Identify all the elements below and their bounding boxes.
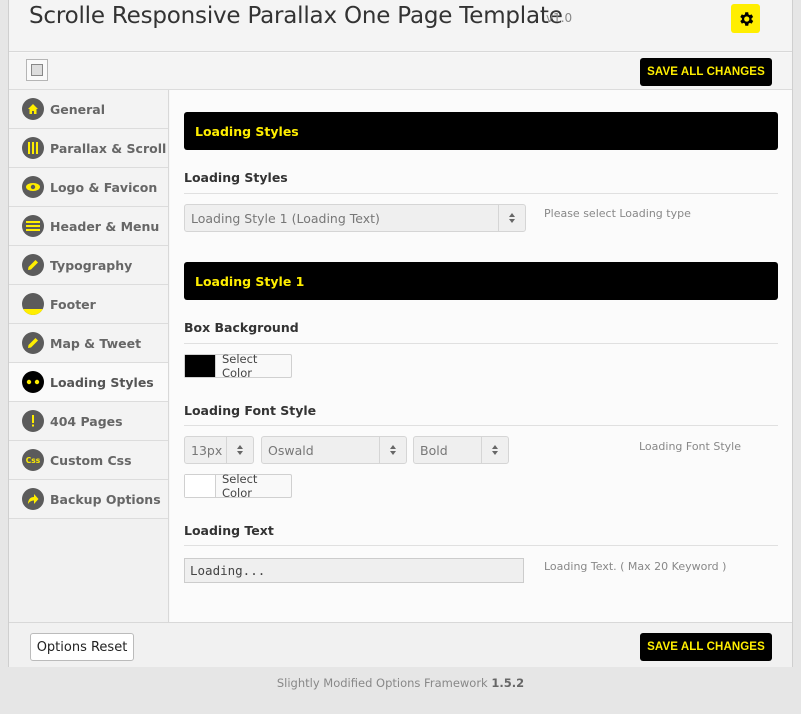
sidebar-item-map-tweet[interactable]: Map & Tweet [9,324,168,363]
gear-icon [739,11,753,26]
loading-text-label: Loading Text [184,523,274,538]
footer-bar: Options Reset SAVE ALL CHANGES [9,622,792,667]
sidebar-item-label: Logo & Favicon [50,179,158,195]
divider [184,343,778,344]
sidebar-item-custom-css[interactable]: Css Custom Css [9,441,168,480]
select-color-label: Select Color [221,472,258,500]
sidebar-item-label: General [50,101,105,117]
sidebar-item-label: Header & Menu [50,218,160,234]
select-arrows-icon [226,437,253,463]
divider [184,545,778,546]
sidebar-item-parallax-scroll[interactable]: Parallax & Scroll [9,129,168,168]
credit-version: 1.5.2 [491,676,525,690]
font-weight-value: Bold [420,442,448,458]
loading-text-help: Loading Text. ( Max 20 Keyword ) [544,560,727,573]
sidebar-item-backup-options[interactable]: Backup Options [9,480,168,519]
font-color-picker[interactable]: Select Color [184,472,292,500]
loading-style-help: Please select Loading type [544,207,691,220]
select-arrows-icon [379,437,406,463]
pencil-icon [22,332,44,354]
loading-styles-label: Loading Styles [184,170,288,185]
main-content: Loading Styles Loading Styles Loading St… [170,90,792,622]
color-swatch [185,355,216,377]
sidebar-item-label: Backup Options [50,491,161,507]
credit-text: Slightly Modified Options Framework [276,676,488,690]
eye-icon [22,176,44,198]
sidebar: General Parallax & Scroll Logo & Favicon… [9,90,169,622]
sidebar-item-typography[interactable]: Typography [9,246,168,285]
loading-style-select-value: Loading Style 1 (Loading Text) [191,210,380,226]
font-style-help: Loading Font Style [639,440,741,453]
color-swatch [185,475,216,497]
sidebar-item-general[interactable]: General [9,90,168,129]
sidebar-item-footer[interactable]: Footer [9,285,168,324]
sidebar-item-label: Loading Styles [50,374,154,390]
loading-text-input[interactable]: Loading... [184,558,524,583]
box-background-label: Box Background [184,320,299,335]
page-title: Scrolle Responsive Parallax One Page Tem… [29,3,563,29]
layout-toggle-icon[interactable] [26,59,48,81]
sidebar-item-label: Parallax & Scroll [50,140,167,156]
save-all-button-bottom[interactable]: SAVE ALL CHANGES [640,633,772,661]
header: Scrolle Responsive Parallax One Page Tem… [9,0,792,52]
section-heading-loading-style-1: Loading Style 1 [184,262,778,300]
sidebar-item-404-pages[interactable]: 404 Pages [9,402,168,441]
font-family-value: Oswald [268,442,314,458]
title-text: Scrolle Responsive Parallax One Page Tem… [29,3,563,29]
box-background-color-picker[interactable]: Select Color [184,352,292,380]
options-panel: Scrolle Responsive Parallax One Page Tem… [8,0,793,667]
version-label: v1.0 [546,11,573,25]
loading-text-value: Loading... [190,563,266,578]
footer-icon [22,293,44,315]
toolbar: SAVE ALL CHANGES [9,53,792,90]
sidebar-item-label: Footer [50,296,96,312]
css-icon: Css [22,449,44,471]
framework-credit: Slightly Modified Options Framework 1.5.… [0,676,801,690]
select-arrows-icon [481,437,508,463]
home-icon [22,98,44,120]
svg-text:Css: Css [26,456,41,465]
select-color-label: Select Color [221,352,258,380]
font-size-select[interactable]: 13px [184,436,254,464]
pencil-icon [22,254,44,276]
sidebar-item-label: Custom Css [50,452,132,468]
divider [184,425,778,426]
settings-button[interactable] [731,4,760,33]
menu-icon [22,215,44,237]
font-family-select[interactable]: Oswald [261,436,407,464]
font-size-value: 13px [191,442,223,458]
sidebar-item-header-menu[interactable]: Header & Menu [9,207,168,246]
select-arrows-icon [498,205,525,231]
exclamation-icon [22,410,44,432]
divider [184,193,778,194]
share-arrow-icon [22,488,44,510]
loading-style-select[interactable]: Loading Style 1 (Loading Text) [184,204,526,232]
font-style-label: Loading Font Style [184,403,317,418]
section-heading-loading-styles: Loading Styles [184,112,778,150]
loading-dots-icon [22,371,44,393]
sidebar-item-label: 404 Pages [50,413,123,429]
parallax-icon [22,137,44,159]
options-reset-button[interactable]: Options Reset [30,633,134,661]
sidebar-item-loading-styles[interactable]: Loading Styles [9,363,168,402]
sidebar-item-label: Map & Tweet [50,335,142,351]
font-weight-select[interactable]: Bold [413,436,509,464]
sidebar-item-label: Typography [50,257,133,273]
sidebar-item-logo-favicon[interactable]: Logo & Favicon [9,168,168,207]
save-all-button-top[interactable]: SAVE ALL CHANGES [640,58,772,86]
